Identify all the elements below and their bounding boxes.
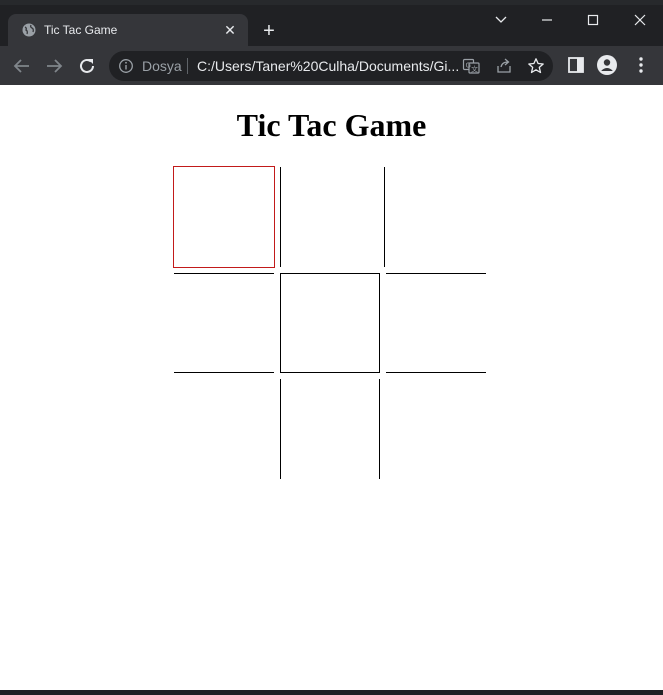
board-cell-6[interactable]: [386, 273, 486, 373]
forward-button[interactable]: [42, 54, 66, 78]
board-cell-3[interactable]: [384, 167, 484, 267]
tab-strip: Tic Tac Game ✕ +: [0, 0, 663, 46]
globe-icon: [22, 23, 36, 37]
reload-icon: [80, 58, 94, 73]
url-text[interactable]: C:/Users/Taner%20Culha/Documents/Gi...: [197, 57, 459, 75]
security-chip-label: Dosya: [142, 58, 182, 74]
translate-icon[interactable]: G 文: [462, 57, 480, 75]
address-bar[interactable]: Dosya C:/Users/Taner%20Culha/Documents/G…: [109, 51, 553, 81]
more-menu-icon[interactable]: [631, 55, 651, 75]
window-bottom-edge: [0, 690, 663, 695]
game-board: [173, 166, 488, 481]
arrow-right-icon: [47, 59, 63, 73]
board-cell-4[interactable]: [174, 273, 274, 373]
side-panel-icon[interactable]: [566, 55, 586, 75]
new-tab-button[interactable]: +: [258, 21, 280, 43]
chevron-down-icon: [495, 16, 507, 23]
maximize-icon: [587, 14, 599, 26]
board-cell-7[interactable]: [174, 379, 274, 479]
page-title: Tic Tac Game: [236, 107, 427, 143]
board-cell-2[interactable]: [280, 167, 380, 267]
browser-toolbar: Dosya C:/Users/Taner%20Culha/Documents/G…: [0, 46, 663, 85]
profile-avatar-icon[interactable]: [597, 55, 617, 75]
svg-text:文: 文: [471, 65, 478, 74]
board-cell-1[interactable]: [173, 166, 275, 268]
info-icon[interactable]: [118, 58, 134, 74]
window-close-button[interactable]: [625, 8, 655, 32]
browser-tab[interactable]: Tic Tac Game ✕: [8, 14, 248, 46]
back-button[interactable]: [10, 54, 34, 78]
address-divider: [187, 58, 188, 74]
minimize-button[interactable]: [532, 8, 562, 32]
share-icon[interactable]: [495, 57, 513, 75]
page-viewport: Tic Tac Game: [0, 85, 663, 690]
window-top-edge: [0, 0, 663, 5]
reload-button[interactable]: [75, 54, 99, 78]
tab-search-button[interactable]: [486, 8, 516, 32]
maximize-button[interactable]: [578, 8, 608, 32]
board-cell-8[interactable]: [280, 379, 380, 479]
close-icon: [634, 14, 646, 26]
arrow-left-icon: [13, 59, 29, 73]
minimize-icon: [542, 19, 552, 21]
bookmark-star-icon[interactable]: [527, 57, 545, 75]
board-cell-5[interactable]: [280, 273, 380, 373]
tab-close-icon[interactable]: ✕: [222, 22, 238, 38]
board-cell-9[interactable]: [386, 379, 486, 479]
tab-title: Tic Tac Game: [44, 23, 118, 37]
